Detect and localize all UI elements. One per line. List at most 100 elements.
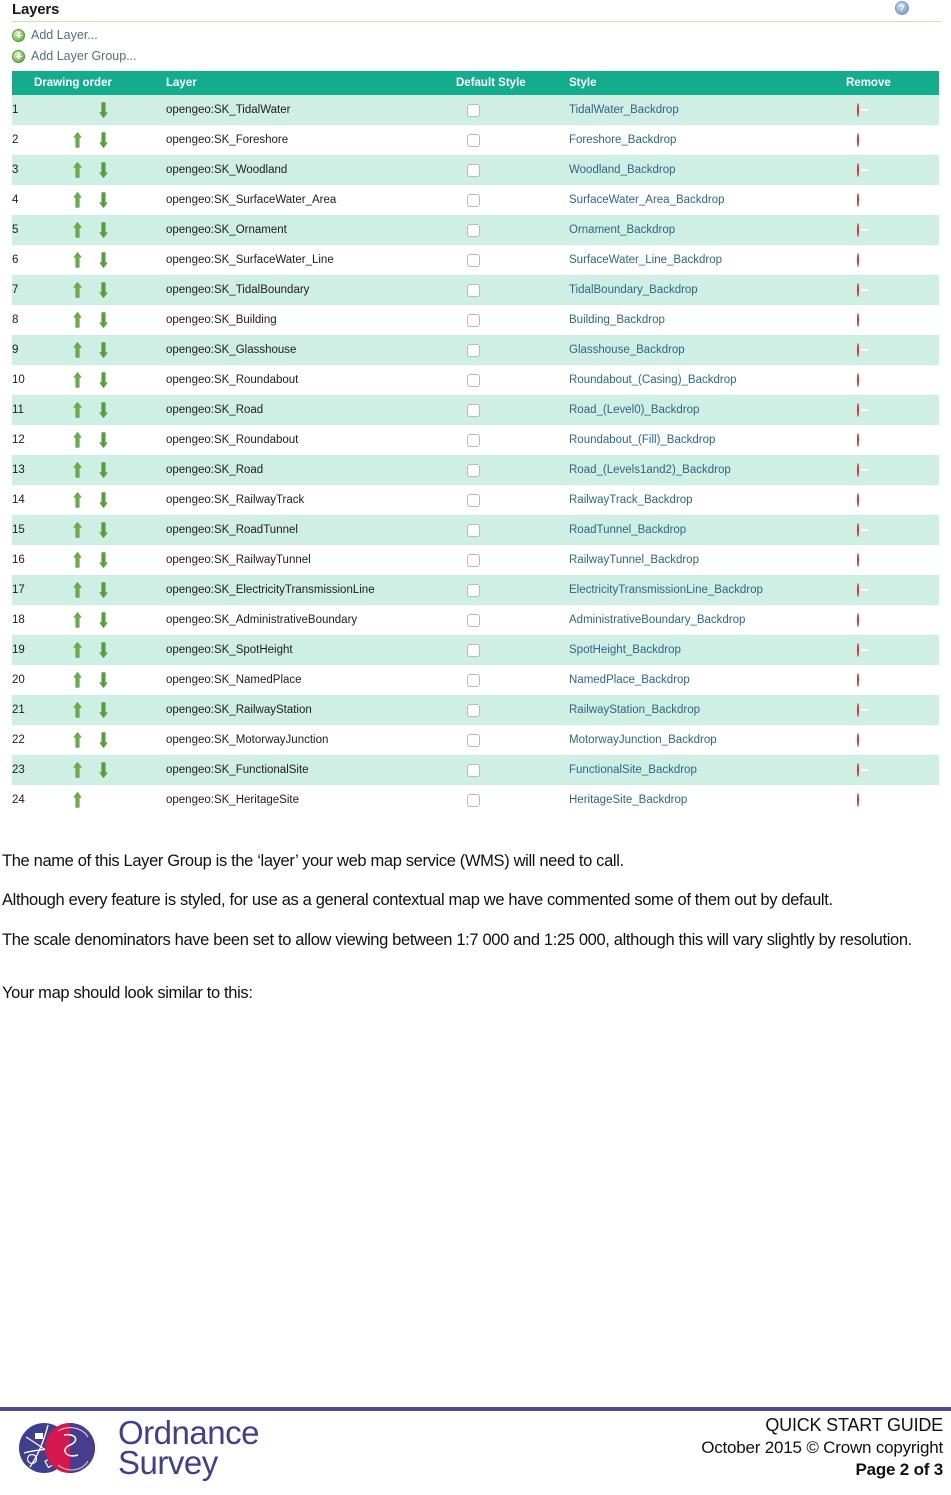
move-up-icon[interactable]	[73, 492, 82, 508]
move-down-icon[interactable]	[99, 612, 108, 628]
remove-icon[interactable]	[857, 733, 859, 747]
remove-icon[interactable]	[857, 463, 859, 477]
move-down-icon[interactable]	[99, 222, 108, 238]
default-style-checkbox[interactable]	[467, 163, 480, 177]
style-link[interactable]: Roundabout_(Casing)_Backdrop	[569, 374, 737, 386]
style-link[interactable]: AdministrativeBoundary_Backdrop	[569, 614, 745, 626]
move-down-icon[interactable]	[99, 102, 108, 118]
default-style-checkbox[interactable]	[467, 373, 480, 387]
add-layer-group-button[interactable]: Add Layer Group...	[12, 47, 951, 65]
move-down-icon[interactable]	[99, 372, 108, 388]
default-style-checkbox[interactable]	[467, 283, 480, 297]
style-link[interactable]: TidalBoundary_Backdrop	[569, 284, 698, 296]
default-style-checkbox[interactable]	[467, 553, 480, 567]
default-style-checkbox[interactable]	[467, 223, 480, 237]
default-style-checkbox[interactable]	[467, 133, 480, 147]
default-style-checkbox[interactable]	[467, 313, 480, 327]
move-up-icon[interactable]	[73, 612, 82, 628]
move-down-icon[interactable]	[99, 702, 108, 718]
style-link[interactable]: RailwayTunnel_Backdrop	[569, 554, 699, 566]
style-link[interactable]: SurfaceWater_Line_Backdrop	[569, 254, 722, 266]
style-link[interactable]: MotorwayJunction_Backdrop	[569, 734, 717, 746]
move-down-icon[interactable]	[99, 672, 108, 688]
move-down-icon[interactable]	[99, 342, 108, 358]
move-down-icon[interactable]	[99, 492, 108, 508]
move-down-icon[interactable]	[99, 462, 108, 478]
style-link[interactable]: ElectricityTransmissionLine_Backdrop	[569, 584, 763, 596]
style-link[interactable]: RailwayTrack_Backdrop	[569, 494, 693, 506]
remove-icon[interactable]	[857, 343, 859, 357]
remove-icon[interactable]	[857, 433, 859, 447]
default-style-checkbox[interactable]	[467, 583, 480, 597]
style-link[interactable]: NamedPlace_Backdrop	[569, 674, 690, 686]
style-link[interactable]: Foreshore_Backdrop	[569, 134, 676, 146]
style-link[interactable]: RailwayStation_Backdrop	[569, 704, 700, 716]
default-style-checkbox[interactable]	[467, 343, 480, 357]
style-link[interactable]: Woodland_Backdrop	[569, 164, 676, 176]
default-style-checkbox[interactable]	[467, 433, 480, 447]
move-up-icon[interactable]	[73, 702, 82, 718]
move-up-icon[interactable]	[73, 342, 82, 358]
remove-icon[interactable]	[857, 103, 859, 117]
move-down-icon[interactable]	[99, 192, 108, 208]
remove-icon[interactable]	[857, 133, 859, 147]
default-style-checkbox[interactable]	[467, 703, 480, 717]
move-down-icon[interactable]	[99, 762, 108, 778]
move-down-icon[interactable]	[99, 522, 108, 538]
remove-icon[interactable]	[857, 583, 859, 597]
move-up-icon[interactable]	[73, 222, 82, 238]
default-style-checkbox[interactable]	[467, 733, 480, 747]
remove-icon[interactable]	[857, 253, 859, 267]
move-up-icon[interactable]	[73, 762, 82, 778]
default-style-checkbox[interactable]	[467, 193, 480, 207]
default-style-checkbox[interactable]	[467, 493, 480, 507]
move-down-icon[interactable]	[99, 312, 108, 328]
remove-icon[interactable]	[857, 493, 859, 507]
default-style-checkbox[interactable]	[467, 793, 480, 807]
default-style-checkbox[interactable]	[467, 253, 480, 267]
style-link[interactable]: Road_(Level0)_Backdrop	[569, 404, 699, 416]
move-up-icon[interactable]	[73, 312, 82, 328]
default-style-checkbox[interactable]	[467, 403, 480, 417]
add-layer-button[interactable]: Add Layer...	[12, 26, 951, 44]
move-up-icon[interactable]	[73, 792, 82, 808]
remove-icon[interactable]	[857, 613, 859, 627]
move-up-icon[interactable]	[73, 162, 82, 178]
style-link[interactable]: HeritageSite_Backdrop	[569, 794, 687, 806]
move-up-icon[interactable]	[73, 402, 82, 418]
move-up-icon[interactable]	[73, 432, 82, 448]
move-down-icon[interactable]	[99, 402, 108, 418]
style-link[interactable]: Building_Backdrop	[569, 314, 665, 326]
move-down-icon[interactable]	[99, 582, 108, 598]
move-up-icon[interactable]	[73, 672, 82, 688]
remove-icon[interactable]	[857, 313, 859, 327]
remove-icon[interactable]	[857, 193, 859, 207]
remove-icon[interactable]	[857, 763, 859, 777]
default-style-checkbox[interactable]	[467, 103, 480, 117]
remove-icon[interactable]	[857, 163, 859, 177]
remove-icon[interactable]	[857, 523, 859, 537]
move-up-icon[interactable]	[73, 132, 82, 148]
move-up-icon[interactable]	[73, 192, 82, 208]
move-down-icon[interactable]	[99, 552, 108, 568]
move-up-icon[interactable]	[73, 552, 82, 568]
move-down-icon[interactable]	[99, 282, 108, 298]
remove-icon[interactable]	[857, 373, 859, 387]
move-down-icon[interactable]	[99, 642, 108, 658]
remove-icon[interactable]	[857, 223, 859, 237]
move-down-icon[interactable]	[99, 252, 108, 268]
default-style-checkbox[interactable]	[467, 763, 480, 777]
move-up-icon[interactable]	[73, 642, 82, 658]
move-up-icon[interactable]	[73, 282, 82, 298]
style-link[interactable]: TidalWater_Backdrop	[569, 104, 679, 116]
remove-icon[interactable]	[857, 643, 859, 657]
default-style-checkbox[interactable]	[467, 523, 480, 537]
style-link[interactable]: Road_(Levels1and2)_Backdrop	[569, 464, 731, 476]
remove-icon[interactable]	[857, 673, 859, 687]
default-style-checkbox[interactable]	[467, 673, 480, 687]
remove-icon[interactable]	[857, 403, 859, 417]
move-up-icon[interactable]	[73, 582, 82, 598]
move-down-icon[interactable]	[99, 132, 108, 148]
move-up-icon[interactable]	[73, 252, 82, 268]
move-down-icon[interactable]	[99, 162, 108, 178]
